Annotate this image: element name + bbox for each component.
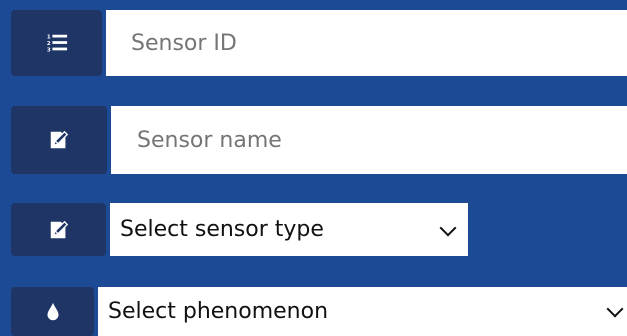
phenomenon-row: Select phenomenon: [0, 287, 627, 336]
svg-text:3: 3: [46, 47, 50, 53]
sensor-type-select-value: Select sensor type: [120, 217, 324, 242]
drop-icon: [42, 301, 64, 323]
sensor-id-input[interactable]: [106, 10, 627, 76]
sensor-id-icon-box: 1 2 3: [11, 10, 102, 76]
chevron-down-icon: [439, 219, 457, 237]
phenomenon-select-value: Select phenomenon: [108, 299, 329, 324]
sensor-type-icon-box: [11, 203, 106, 256]
sensor-id-row: 1 2 3: [0, 0, 627, 76]
sensor-name-row: [0, 106, 627, 174]
numbered-list-icon: 1 2 3: [46, 32, 68, 54]
edit-icon: [48, 129, 70, 151]
chevron-down-icon: [606, 300, 624, 318]
phenomenon-select[interactable]: Select phenomenon: [98, 287, 627, 336]
sensor-name-icon-box: [11, 106, 107, 174]
svg-text:1: 1: [46, 34, 50, 40]
svg-text:2: 2: [46, 41, 50, 47]
sensor-name-input[interactable]: [111, 106, 627, 174]
edit-icon: [48, 219, 70, 241]
sensor-type-row: Select sensor type: [0, 203, 627, 256]
phenomenon-icon-box: [11, 287, 94, 336]
sensor-type-select[interactable]: Select sensor type: [110, 203, 468, 256]
